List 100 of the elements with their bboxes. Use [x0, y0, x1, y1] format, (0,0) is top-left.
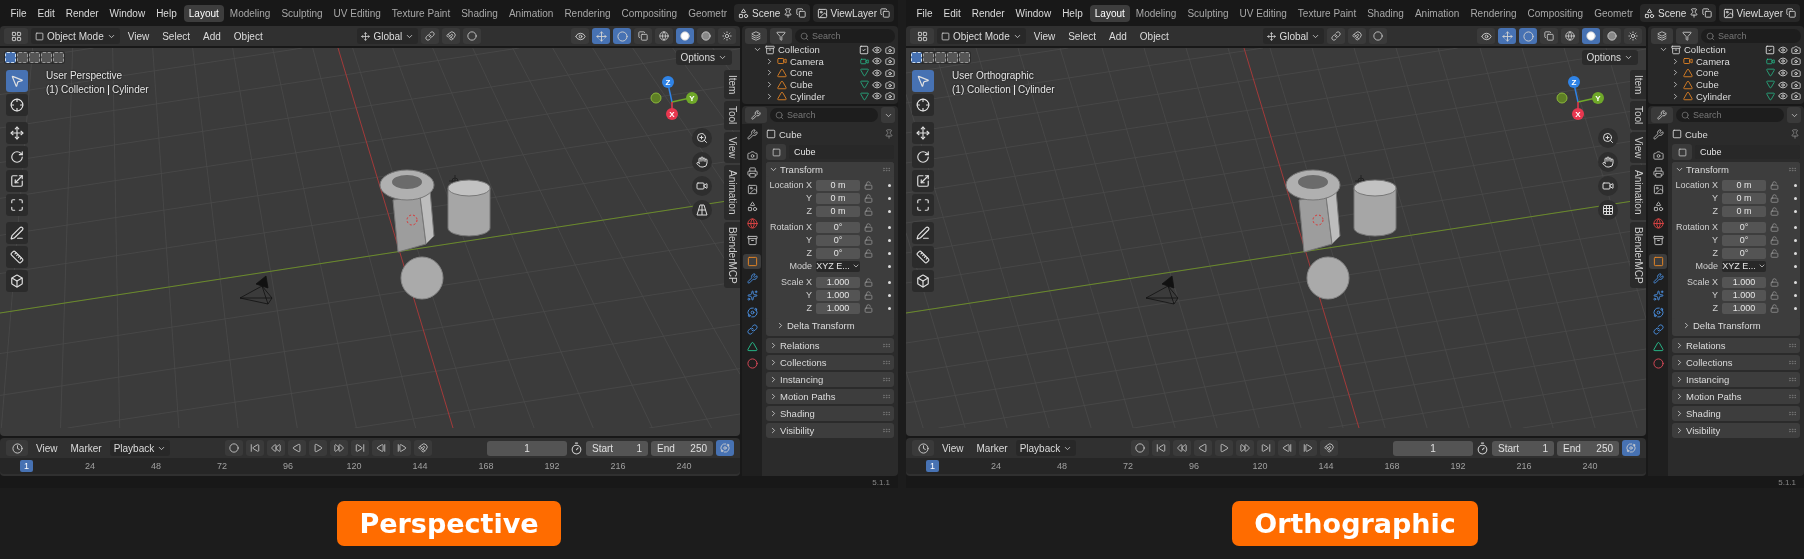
- panel-header[interactable]: Shading: [766, 406, 894, 421]
- number-field[interactable]: 1.000: [1722, 276, 1766, 288]
- search-field[interactable]: Search: [770, 108, 878, 122]
- display-mode-button[interactable]: [745, 28, 767, 44]
- panel-header[interactable]: Instancing: [766, 372, 894, 387]
- wireframe-shading-button[interactable]: [1561, 28, 1579, 44]
- rendered-shading-button[interactable]: [718, 28, 736, 44]
- outliner-item[interactable]: Cube: [745, 78, 895, 91]
- tool-button[interactable]: [912, 270, 934, 292]
- workspace-tab[interactable]: Rendering: [559, 4, 616, 22]
- jump-end-button[interactable]: [1257, 440, 1276, 456]
- menu-item[interactable]: Select: [157, 28, 195, 44]
- number-field[interactable]: 1.000: [1722, 289, 1766, 301]
- tool-button[interactable]: [912, 122, 934, 144]
- menu-item[interactable]: Marker: [971, 440, 1013, 456]
- orientation-dropdown[interactable]: Global: [1263, 28, 1325, 44]
- data-block-button[interactable]: [766, 144, 786, 160]
- tool-button[interactable]: [912, 146, 934, 168]
- scene-field[interactable]: Scene: [734, 4, 811, 22]
- sidebar-tab[interactable]: Tool: [1630, 101, 1646, 130]
- workspace-tab[interactable]: Sculpting: [1182, 4, 1234, 22]
- start-frame-field[interactable]: Start 1: [1492, 440, 1554, 456]
- pan-button[interactable]: [1598, 152, 1618, 172]
- keying-button[interactable]: [716, 440, 734, 456]
- record-button[interactable]: [1131, 440, 1150, 456]
- tool-button[interactable]: [6, 194, 28, 216]
- panel-header[interactable]: Shading: [1672, 406, 1800, 421]
- tool-button[interactable]: [6, 94, 28, 116]
- menu-item[interactable]: Object: [228, 28, 268, 44]
- step-forward-button[interactable]: [393, 440, 412, 456]
- workspace-tab[interactable]: Geometr: [683, 4, 733, 22]
- workspace-tab[interactable]: Modeling: [1130, 4, 1182, 22]
- number-field[interactable]: 0°: [1722, 234, 1766, 246]
- prev-keyframe-button[interactable]: [1173, 440, 1192, 456]
- outliner-item[interactable]: Camera: [745, 55, 895, 68]
- auto-key-button[interactable]: [414, 440, 433, 456]
- tool-button[interactable]: [912, 246, 934, 268]
- panel-header[interactable]: Relations: [1672, 338, 1800, 353]
- solid-shading-button[interactable]: [676, 28, 694, 44]
- tool-button[interactable]: [912, 94, 934, 116]
- menu-item[interactable]: Edit: [32, 5, 60, 21]
- tool-button[interactable]: [6, 222, 28, 244]
- snap-button[interactable]: [1348, 28, 1367, 44]
- pan-button[interactable]: [692, 152, 712, 172]
- workspace-tab[interactable]: Modeling: [224, 4, 276, 22]
- pivot-button[interactable]: [1327, 28, 1346, 44]
- menu-item[interactable]: Help: [1057, 5, 1088, 21]
- playback-dropdown[interactable]: Playback: [109, 440, 171, 456]
- display-mode-button[interactable]: [1651, 28, 1673, 44]
- axis-gizmo[interactable]: Z Y X: [650, 72, 710, 128]
- proportional-button[interactable]: [463, 28, 482, 44]
- panel-header[interactable]: Motion Paths: [766, 389, 894, 404]
- mode-dropdown[interactable]: Object Mode: [937, 28, 1026, 44]
- outliner-item[interactable]: Camera: [1651, 55, 1801, 68]
- workspace-tab[interactable]: Animation: [503, 4, 559, 22]
- view-layer-field[interactable]: ViewLayer: [812, 4, 894, 22]
- search-field[interactable]: Search: [795, 29, 895, 43]
- overlay-button[interactable]: [613, 28, 631, 44]
- editor-type-button[interactable]: [1651, 107, 1673, 123]
- view-layer-field[interactable]: ViewLayer: [1718, 4, 1800, 22]
- number-field[interactable]: 0°: [816, 234, 860, 246]
- number-field[interactable]: 0 m: [816, 205, 860, 217]
- rendered-shading-button[interactable]: [1624, 28, 1642, 44]
- start-frame-field[interactable]: Start 1: [586, 440, 648, 456]
- number-field[interactable]: 1.000: [816, 302, 860, 314]
- mode-dropdown[interactable]: Object Mode: [31, 28, 120, 44]
- auto-key-button[interactable]: [1320, 440, 1339, 456]
- tool-button[interactable]: [912, 170, 934, 192]
- pivot-button[interactable]: [421, 28, 440, 44]
- options-dropdown[interactable]: Options: [675, 50, 732, 65]
- checkbox[interactable]: [1765, 44, 1775, 55]
- menu-item[interactable]: Add: [1104, 28, 1132, 44]
- tool-button[interactable]: [6, 146, 28, 168]
- tool-button[interactable]: [6, 170, 28, 192]
- sidebar-tab[interactable]: BlenderMCP: [1630, 221, 1646, 289]
- tool-button[interactable]: [912, 70, 934, 92]
- menu-item[interactable]: Add: [198, 28, 226, 44]
- frame-number[interactable]: 1: [20, 460, 33, 472]
- menu-item[interactable]: File: [5, 5, 32, 21]
- menu-item[interactable]: Render: [966, 5, 1010, 21]
- menu-item[interactable]: Edit: [938, 5, 966, 21]
- tool-button[interactable]: [6, 70, 28, 92]
- play-button[interactable]: [1215, 440, 1234, 456]
- material-shading-button[interactable]: [697, 28, 715, 44]
- snap-button[interactable]: [442, 28, 461, 44]
- checkbox[interactable]: [859, 44, 869, 55]
- number-field[interactable]: 0 m: [1722, 179, 1766, 191]
- scene-field[interactable]: Scene: [1640, 4, 1717, 22]
- panel-header[interactable]: Collections: [1672, 355, 1800, 370]
- projection-button[interactable]: [692, 200, 712, 220]
- panel-header[interactable]: Collections: [766, 355, 894, 370]
- next-keyframe-button[interactable]: [330, 440, 349, 456]
- material-shading-button[interactable]: [1603, 28, 1621, 44]
- workspace-tab[interactable]: Rendering: [1465, 4, 1522, 22]
- mode-dropdown[interactable]: XYZ E...: [816, 260, 860, 272]
- outliner-item[interactable]: Collection: [745, 44, 895, 56]
- number-field[interactable]: 0 m: [816, 179, 860, 191]
- editor-type-button[interactable]: [745, 107, 767, 123]
- outliner-item[interactable]: Cone: [1651, 67, 1801, 79]
- panel-header[interactable]: Relations: [766, 338, 894, 353]
